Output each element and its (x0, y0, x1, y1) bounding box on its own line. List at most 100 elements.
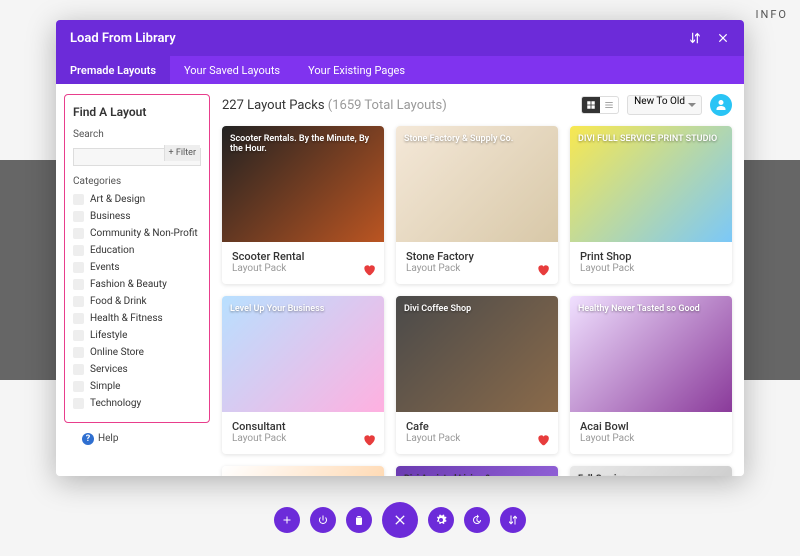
pack-count: 227 Layout Packs (222, 98, 325, 113)
category-label: Education (90, 245, 134, 256)
card-thumbnail: Level Up Your Business (222, 296, 384, 412)
category-item[interactable]: Services (73, 361, 201, 378)
category-item[interactable]: Art & Design (73, 191, 201, 208)
layout-card[interactable]: Scooter Rentals. By the Minute, By the H… (222, 126, 384, 284)
modal-header: Load From Library (56, 20, 744, 56)
card-thumbnail: Scooter Rentals. By the Minute, By the H… (222, 126, 384, 242)
categories-label: Categories (73, 176, 201, 187)
layout-card[interactable]: Divi Coffee Shop Cafe Layout Pack (396, 296, 558, 454)
category-item[interactable]: Online Store (73, 344, 201, 361)
card-thumbnail: Divi Coffee Shop (396, 296, 558, 412)
card-subtitle: Layout Pack (406, 263, 548, 274)
main-header: 227 Layout Packs (1659 Total Layouts) Ne… (222, 94, 732, 116)
modal-title: Load From Library (70, 31, 176, 46)
layout-card[interactable] (222, 466, 384, 476)
checkbox[interactable] (73, 330, 84, 341)
delete-button[interactable] (346, 507, 372, 533)
power-button[interactable] (310, 507, 336, 533)
category-label: Art & Design (90, 194, 145, 205)
sidebar-title: Find A Layout (73, 105, 201, 119)
layout-card[interactable]: Divi Assisted Living & (396, 466, 558, 476)
checkbox[interactable] (73, 347, 84, 358)
card-subtitle: Layout Pack (232, 263, 374, 274)
category-item[interactable]: Events (73, 259, 201, 276)
checkbox[interactable] (73, 228, 84, 239)
card-title: Cafe (406, 420, 548, 433)
card-thumbnail: Divi Assisted Living & (396, 466, 558, 476)
layout-card[interactable]: DIVI FULL SERVICE PRINT STUDIO Print Sho… (570, 126, 732, 284)
category-label: Food & Drink (90, 296, 147, 307)
layout-card[interactable]: Level Up Your Business Consultant Layout… (222, 296, 384, 454)
tab-saved-layouts[interactable]: Your Saved Layouts (170, 56, 294, 84)
category-item[interactable]: Education (73, 242, 201, 259)
settings-button[interactable] (428, 507, 454, 533)
card-footer: Stone Factory Layout Pack (396, 242, 558, 284)
total-count: (1659 Total Layouts) (328, 98, 447, 113)
category-item[interactable]: Technology (73, 395, 201, 412)
filter-button[interactable]: + Filter (164, 145, 200, 161)
sort-select[interactable]: New To Old (627, 95, 702, 115)
layout-card[interactable]: Stone Factory & Supply Co. Stone Factory… (396, 126, 558, 284)
help-link[interactable]: ? Help (82, 433, 210, 445)
add-button[interactable] (274, 507, 300, 533)
close-action-button[interactable] (382, 502, 418, 538)
checkbox[interactable] (73, 364, 84, 375)
help-icon: ? (82, 433, 94, 445)
category-label: Health & Fitness (90, 313, 163, 324)
category-item[interactable]: Community & Non-Profit (73, 225, 201, 242)
avatar[interactable] (710, 94, 732, 116)
tab-premade-layouts[interactable]: Premade Layouts (56, 56, 170, 84)
layout-card[interactable]: Healthy Never Tasted so Good Acai Bowl L… (570, 296, 732, 454)
layout-card[interactable]: Full-Service (570, 466, 732, 476)
view-list-button[interactable] (600, 97, 618, 113)
view-grid-button[interactable] (582, 97, 600, 113)
category-label: Lifestyle (90, 330, 127, 341)
category-item[interactable]: Health & Fitness (73, 310, 201, 327)
checkbox[interactable] (73, 211, 84, 222)
close-icon[interactable] (716, 31, 730, 45)
category-item[interactable]: Lifestyle (73, 327, 201, 344)
card-footer: Consultant Layout Pack (222, 412, 384, 454)
category-item[interactable]: Business (73, 208, 201, 225)
thumb-text: Full-Service (570, 466, 634, 476)
thumb-text: DIVI FULL SERVICE PRINT STUDIO (570, 126, 725, 152)
category-label: Services (90, 364, 128, 375)
checkbox[interactable] (73, 245, 84, 256)
search-row: + Filter (73, 144, 201, 166)
checkbox[interactable] (73, 194, 84, 205)
category-item[interactable]: Food & Drink (73, 293, 201, 310)
category-label: Fashion & Beauty (90, 279, 167, 290)
main-controls: New To Old (581, 94, 732, 116)
view-toggle (581, 96, 619, 114)
card-footer: Acai Bowl Layout Pack (570, 412, 732, 454)
checkbox[interactable] (73, 279, 84, 290)
category-label: Events (90, 262, 120, 273)
category-label: Community & Non-Profit (90, 228, 198, 239)
category-label: Simple (90, 381, 121, 392)
thumb-text (222, 466, 238, 476)
checkbox[interactable] (73, 313, 84, 324)
heart-icon[interactable] (362, 262, 376, 276)
history-button[interactable] (464, 507, 490, 533)
category-item[interactable]: Simple (73, 378, 201, 395)
heart-icon[interactable] (536, 262, 550, 276)
tabbar: Premade Layouts Your Saved Layouts Your … (56, 56, 744, 84)
main-panel: 227 Layout Packs (1659 Total Layouts) Ne… (210, 84, 744, 476)
card-thumbnail (222, 466, 384, 476)
thumb-text: Divi Coffee Shop (396, 296, 479, 322)
checkbox[interactable] (73, 398, 84, 409)
checkbox[interactable] (73, 296, 84, 307)
card-thumbnail: Full-Service (570, 466, 732, 476)
checkbox[interactable] (73, 262, 84, 273)
tab-existing-pages[interactable]: Your Existing Pages (294, 56, 419, 84)
library-modal: Load From Library Premade Layouts Your S… (56, 20, 744, 476)
category-label: Technology (90, 398, 141, 409)
card-title: Consultant (232, 420, 374, 433)
category-item[interactable]: Fashion & Beauty (73, 276, 201, 293)
reorder-button[interactable] (500, 507, 526, 533)
thumb-text: Healthy Never Tasted so Good (570, 296, 708, 322)
checkbox[interactable] (73, 381, 84, 392)
heart-icon[interactable] (362, 432, 376, 446)
sort-icon[interactable] (688, 31, 702, 45)
heart-icon[interactable] (536, 432, 550, 446)
